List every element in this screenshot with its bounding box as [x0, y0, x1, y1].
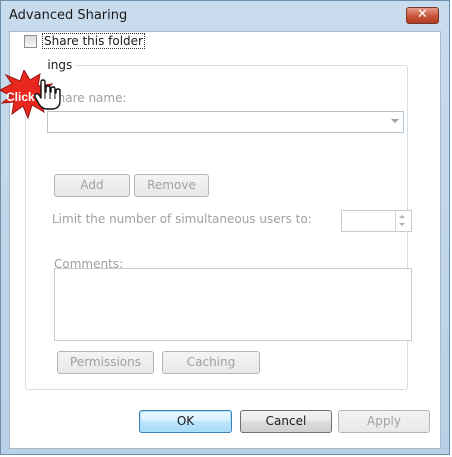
spinner-buttons[interactable]	[395, 211, 411, 231]
user-limit-spinner[interactable]	[341, 210, 412, 232]
hand-pointer-icon	[33, 79, 61, 110]
caching-button[interactable]: Caching	[162, 351, 260, 374]
chevron-down-icon[interactable]	[391, 119, 399, 123]
apply-button[interactable]: Apply	[338, 410, 430, 433]
title-bar[interactable]: Advanced Sharing ✕	[1, 1, 449, 31]
add-button[interactable]: Add	[54, 174, 130, 197]
close-button[interactable]: ✕	[406, 7, 439, 24]
comments-textarea[interactable]	[54, 268, 412, 341]
spin-down-icon[interactable]	[399, 223, 405, 226]
remove-button[interactable]: Remove	[134, 174, 209, 197]
dialog-title: Advanced Sharing	[9, 8, 128, 23]
share-name-combobox[interactable]	[47, 111, 404, 133]
cancel-button[interactable]: Cancel	[240, 410, 332, 433]
close-icon: ✕	[417, 7, 428, 22]
share-this-folder-checkbox[interactable]	[24, 35, 37, 48]
share-this-folder-label[interactable]: Share this folder	[42, 33, 145, 49]
ok-button[interactable]: OK	[139, 410, 232, 433]
permissions-button[interactable]: Permissions	[57, 351, 154, 374]
click-text: Click	[6, 90, 35, 104]
limit-users-label: Limit the number of simultaneous users t…	[52, 212, 312, 226]
spin-up-icon[interactable]	[399, 215, 405, 218]
